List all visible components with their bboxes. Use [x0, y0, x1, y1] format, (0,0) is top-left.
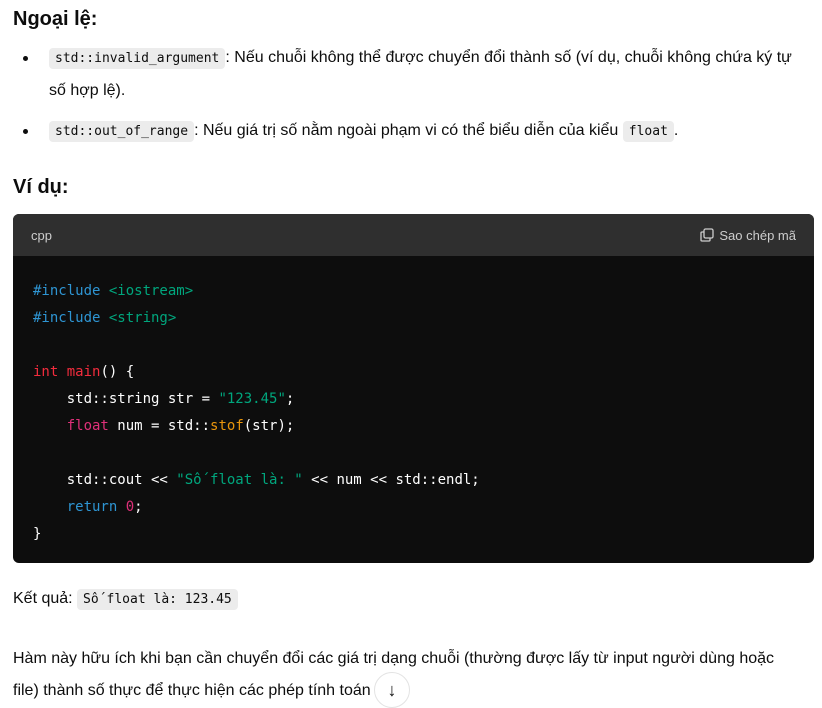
arrow-down-icon: ↓	[387, 679, 397, 700]
copy-label: Sao chép mã	[719, 227, 796, 243]
code-token: "123.45"	[218, 391, 286, 407]
list-item-text: : Nếu giá trị số nằm ngoài phạm vi có th…	[194, 122, 623, 139]
code-token: <string>	[108, 310, 177, 326]
code-token: }	[33, 526, 42, 542]
copy-icon	[700, 228, 715, 242]
code-token: #include	[33, 283, 109, 299]
code-token: ;	[134, 499, 143, 515]
result-line: Kết quả: Số float là: 123.45	[13, 589, 238, 610]
inline-code: std::invalid_argument	[49, 48, 226, 69]
result-value: Số float là: 123.45	[77, 589, 238, 610]
code-token: stof	[210, 418, 244, 434]
inline-code: float	[622, 121, 674, 142]
exceptions-list: std::invalid_argument: Nếu chuỗi không t…	[0, 42, 800, 156]
code-line: int main() {	[33, 359, 794, 386]
code-token: num = std::	[108, 418, 211, 434]
list-item-tail: .	[673, 122, 679, 139]
exceptions-heading: Ngoại lệ:	[13, 8, 98, 30]
code-token: std::cout <<	[33, 472, 177, 488]
code-token: "Số float là: "	[176, 472, 303, 488]
code-token: () {	[100, 364, 135, 380]
code-line: return 0;	[33, 494, 794, 521]
code-line: #include <iostream>	[33, 278, 794, 305]
code-token: float	[66, 418, 109, 434]
code-token: ;	[285, 391, 295, 407]
code-language: cpp	[31, 227, 52, 243]
bullet-icon	[23, 56, 28, 61]
code-line: std::string str = "123.45";	[33, 386, 794, 413]
code-header: cpp Sao chép mã	[13, 214, 814, 256]
code-line: }	[33, 521, 794, 548]
code-token: std::string str =	[33, 391, 219, 407]
list-item: std::invalid_argument: Nếu chuỗi không t…	[0, 42, 800, 107]
inline-code: std::out_of_range	[49, 121, 195, 142]
code-line: #include <string>	[33, 305, 794, 332]
code-token: #include	[33, 310, 109, 326]
code-content: #include <iostream> #include <string> int …	[13, 256, 814, 563]
code-token: return	[66, 499, 118, 515]
code-token: (str);	[243, 418, 295, 434]
code-block: cpp Sao chép mã #include <iostream> #incl…	[13, 214, 814, 563]
result-label: Kết quả:	[13, 590, 78, 607]
code-line: float num = std::stof(str);	[33, 413, 794, 440]
code-token: main	[66, 364, 101, 380]
code-token: 0	[125, 499, 135, 515]
bullet-icon	[23, 129, 28, 134]
code-token: << num << std::endl;	[302, 472, 480, 488]
code-token: int	[33, 364, 67, 380]
copy-code-button[interactable]: Sao chép mã	[700, 228, 796, 243]
example-heading: Ví dụ:	[13, 176, 69, 198]
code-token: <iostream>	[108, 283, 194, 299]
list-item: std::out_of_range: Nếu giá trị số nằm ng…	[0, 115, 800, 148]
code-line: std::cout << "Số float là: " << num << s…	[33, 467, 794, 494]
